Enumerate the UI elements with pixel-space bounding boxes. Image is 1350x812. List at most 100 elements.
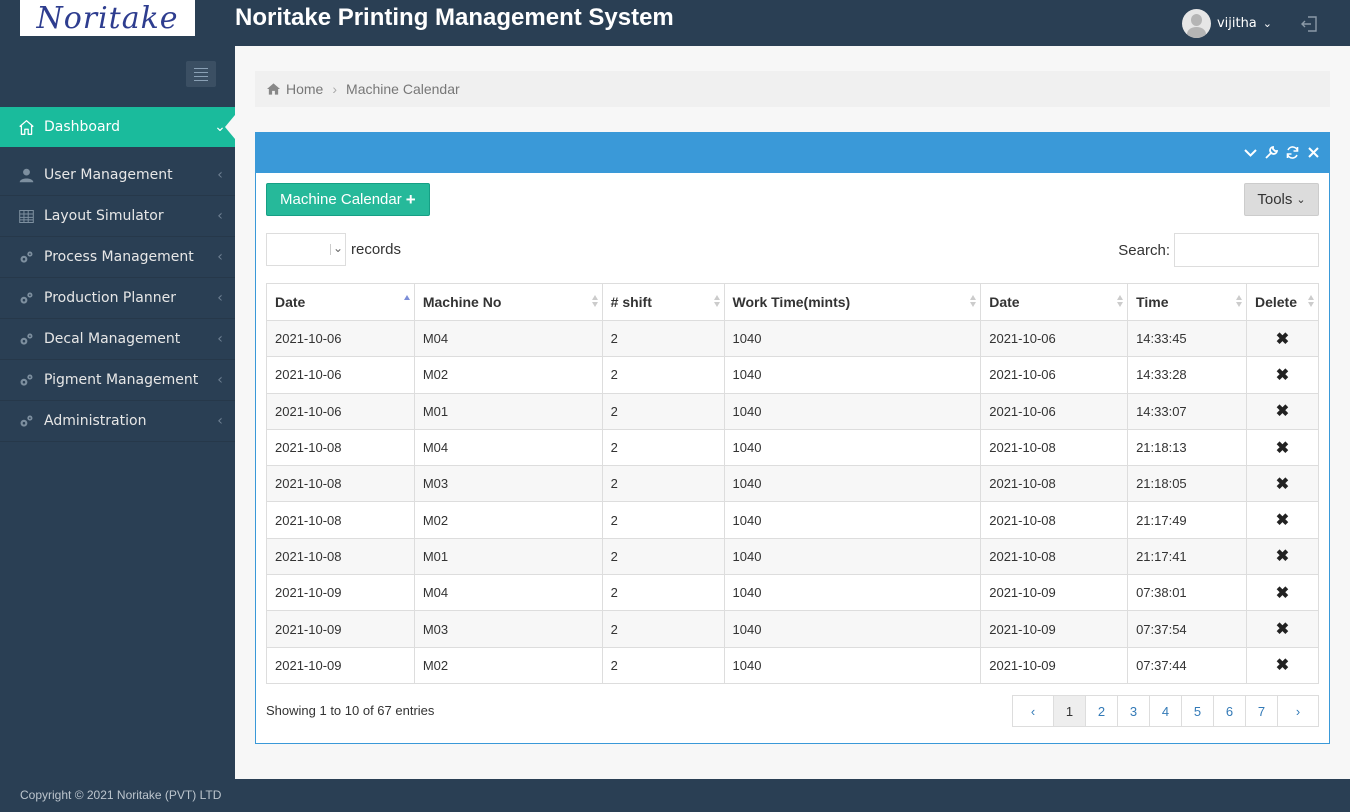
sort-icon	[713, 295, 720, 307]
sort-icon	[1308, 295, 1314, 307]
logout-icon[interactable]	[1300, 14, 1320, 34]
table-cell: 1040	[723, 356, 982, 394]
table-row: 2021-10-08 M01 2 1040 2021-10-08 21:17:41 ✖	[266, 537, 1320, 576]
column-header[interactable]: Work Time(mints)	[723, 283, 982, 321]
table-cell: 2021-10-06	[980, 319, 1129, 358]
table-cell: 21:17:41	[1127, 537, 1247, 576]
pagination: ‹ 1 2 3 4 5 6 7 ›	[1012, 695, 1319, 727]
menu-toggle-button[interactable]	[186, 61, 216, 87]
table-cell: 2	[601, 537, 725, 576]
delete-icon[interactable]: ✖	[1245, 501, 1320, 539]
chevron-left-icon: ‹	[217, 372, 223, 388]
avatar	[1181, 9, 1211, 38]
sidebar-item-process-management[interactable]: Process Management ‹	[0, 237, 235, 278]
page-button[interactable]: 7	[1245, 695, 1278, 727]
tools-button[interactable]: Tools ⌄	[1244, 183, 1319, 216]
table-cell: 2021-10-09	[980, 574, 1129, 612]
table-cell: 2021-10-08	[980, 428, 1129, 467]
page-button[interactable]: 4	[1149, 695, 1182, 727]
close-icon[interactable]	[1306, 145, 1321, 160]
table-cell: 14:33:07	[1127, 392, 1247, 430]
table-cell: 2021-10-08	[266, 537, 415, 576]
table-cell: M02	[413, 646, 603, 684]
page-button[interactable]: 5	[1181, 695, 1214, 727]
logo[interactable]: Noritake	[20, 0, 195, 36]
delete-icon[interactable]: ✖	[1245, 428, 1320, 467]
table-row: 2021-10-09 M04 2 1040 2021-10-09 07:38:01 ✖	[266, 574, 1320, 612]
table-cell: 2	[601, 501, 725, 539]
table-cell: 2021-10-09	[980, 610, 1129, 648]
table-cell: 2	[601, 319, 725, 358]
table-row: 2021-10-09 M02 2 1040 2021-10-09 07:37:44 ✖	[266, 646, 1320, 684]
breadcrumb-current: Machine Calendar	[346, 81, 460, 97]
column-header[interactable]: Date	[980, 283, 1129, 321]
page-button[interactable]: 3	[1117, 695, 1150, 727]
cogs-icon	[0, 249, 44, 266]
page-button[interactable]: 2	[1085, 695, 1118, 727]
chevron-left-icon: ‹	[217, 413, 223, 429]
wrench-icon[interactable]	[1264, 145, 1279, 160]
column-header[interactable]: Time	[1127, 283, 1247, 321]
table-cell: 2021-10-06	[980, 392, 1129, 430]
table-row: 2021-10-09 M03 2 1040 2021-10-09 07:37:54 ✖	[266, 610, 1320, 648]
add-button-label: Machine Calendar	[280, 191, 402, 208]
sidebar-item-production-planner[interactable]: Production Planner ‹	[0, 278, 235, 319]
table-cell: 2021-10-06	[266, 319, 415, 358]
sidebar-item-label: Production Planner	[44, 290, 176, 306]
sidebar-item-pigment-management[interactable]: Pigment Management ‹	[0, 360, 235, 401]
user-icon	[0, 167, 44, 184]
sidebar-item-administration[interactable]: Administration ‹	[0, 401, 235, 442]
sidebar-item-label: Process Management	[44, 249, 194, 265]
sort-icon	[1117, 295, 1124, 307]
home-icon	[0, 119, 44, 136]
sort-icon	[403, 295, 410, 307]
chevron-down-icon: ⌄	[1262, 17, 1272, 30]
refresh-icon[interactable]	[1285, 145, 1300, 160]
page-button[interactable]: 6	[1213, 695, 1246, 727]
delete-icon[interactable]: ✖	[1245, 537, 1320, 576]
table-cell: 1040	[723, 319, 982, 358]
breadcrumb-home-link[interactable]: Home	[286, 81, 323, 97]
sort-icon	[1235, 295, 1242, 307]
collapse-icon[interactable]	[1243, 145, 1258, 160]
delete-icon[interactable]: ✖	[1245, 574, 1320, 612]
table-cell: 21:18:13	[1127, 428, 1247, 467]
main-content: Home › Machine Calendar Machine Calendar…	[235, 46, 1350, 779]
search-input[interactable]	[1174, 233, 1319, 267]
chevron-down-icon: ⌄	[214, 119, 226, 135]
delete-icon[interactable]: ✖	[1245, 465, 1320, 503]
sidebar-item-dashboard[interactable]: Dashboard ⌄	[0, 107, 235, 147]
chevron-left-icon: ‹	[217, 331, 223, 347]
search-control: Search:	[1118, 233, 1319, 267]
sidebar-item-user-management[interactable]: User Management ‹	[0, 155, 235, 196]
sidebar-item-label: User Management	[44, 167, 173, 183]
column-header[interactable]: # shift	[601, 283, 725, 321]
panel-header	[256, 133, 1329, 173]
delete-icon[interactable]: ✖	[1245, 646, 1320, 684]
page-button[interactable]: 1	[1053, 695, 1086, 727]
sidebar-item-label: Layout Simulator	[44, 208, 164, 224]
table-cell: 2	[601, 646, 725, 684]
sidebar-item-layout-simulator[interactable]: Layout Simulator ‹	[0, 196, 235, 237]
column-header[interactable]: Delete	[1245, 283, 1320, 321]
delete-icon[interactable]: ✖	[1245, 392, 1320, 430]
table-cell: 1040	[723, 428, 982, 467]
table-cell: 2021-10-09	[980, 646, 1129, 684]
next-page-button[interactable]: ›	[1277, 695, 1319, 727]
plus-icon: +	[405, 189, 416, 209]
add-machine-calendar-button[interactable]: Machine Calendar +	[266, 183, 430, 216]
search-label: Search:	[1118, 241, 1170, 259]
delete-icon[interactable]: ✖	[1245, 319, 1320, 358]
previous-page-button[interactable]: ‹	[1012, 695, 1054, 727]
user-menu[interactable]: vijitha ⌄	[1181, 9, 1272, 38]
column-header[interactable]: Date	[266, 283, 415, 321]
table-cell: 21:18:05	[1127, 465, 1247, 503]
delete-icon[interactable]: ✖	[1245, 356, 1320, 394]
table-row: 2021-10-08 M02 2 1040 2021-10-08 21:17:49 ✖	[266, 501, 1320, 539]
column-header[interactable]: Machine No	[413, 283, 603, 321]
table-cell: 14:33:45	[1127, 319, 1247, 358]
page-length-select[interactable]: ⌄	[266, 233, 346, 266]
sidebar-item-decal-management[interactable]: Decal Management ‹	[0, 319, 235, 360]
table-row: 2021-10-06 M04 2 1040 2021-10-06 14:33:45 ✖	[266, 319, 1320, 358]
delete-icon[interactable]: ✖	[1245, 610, 1320, 648]
